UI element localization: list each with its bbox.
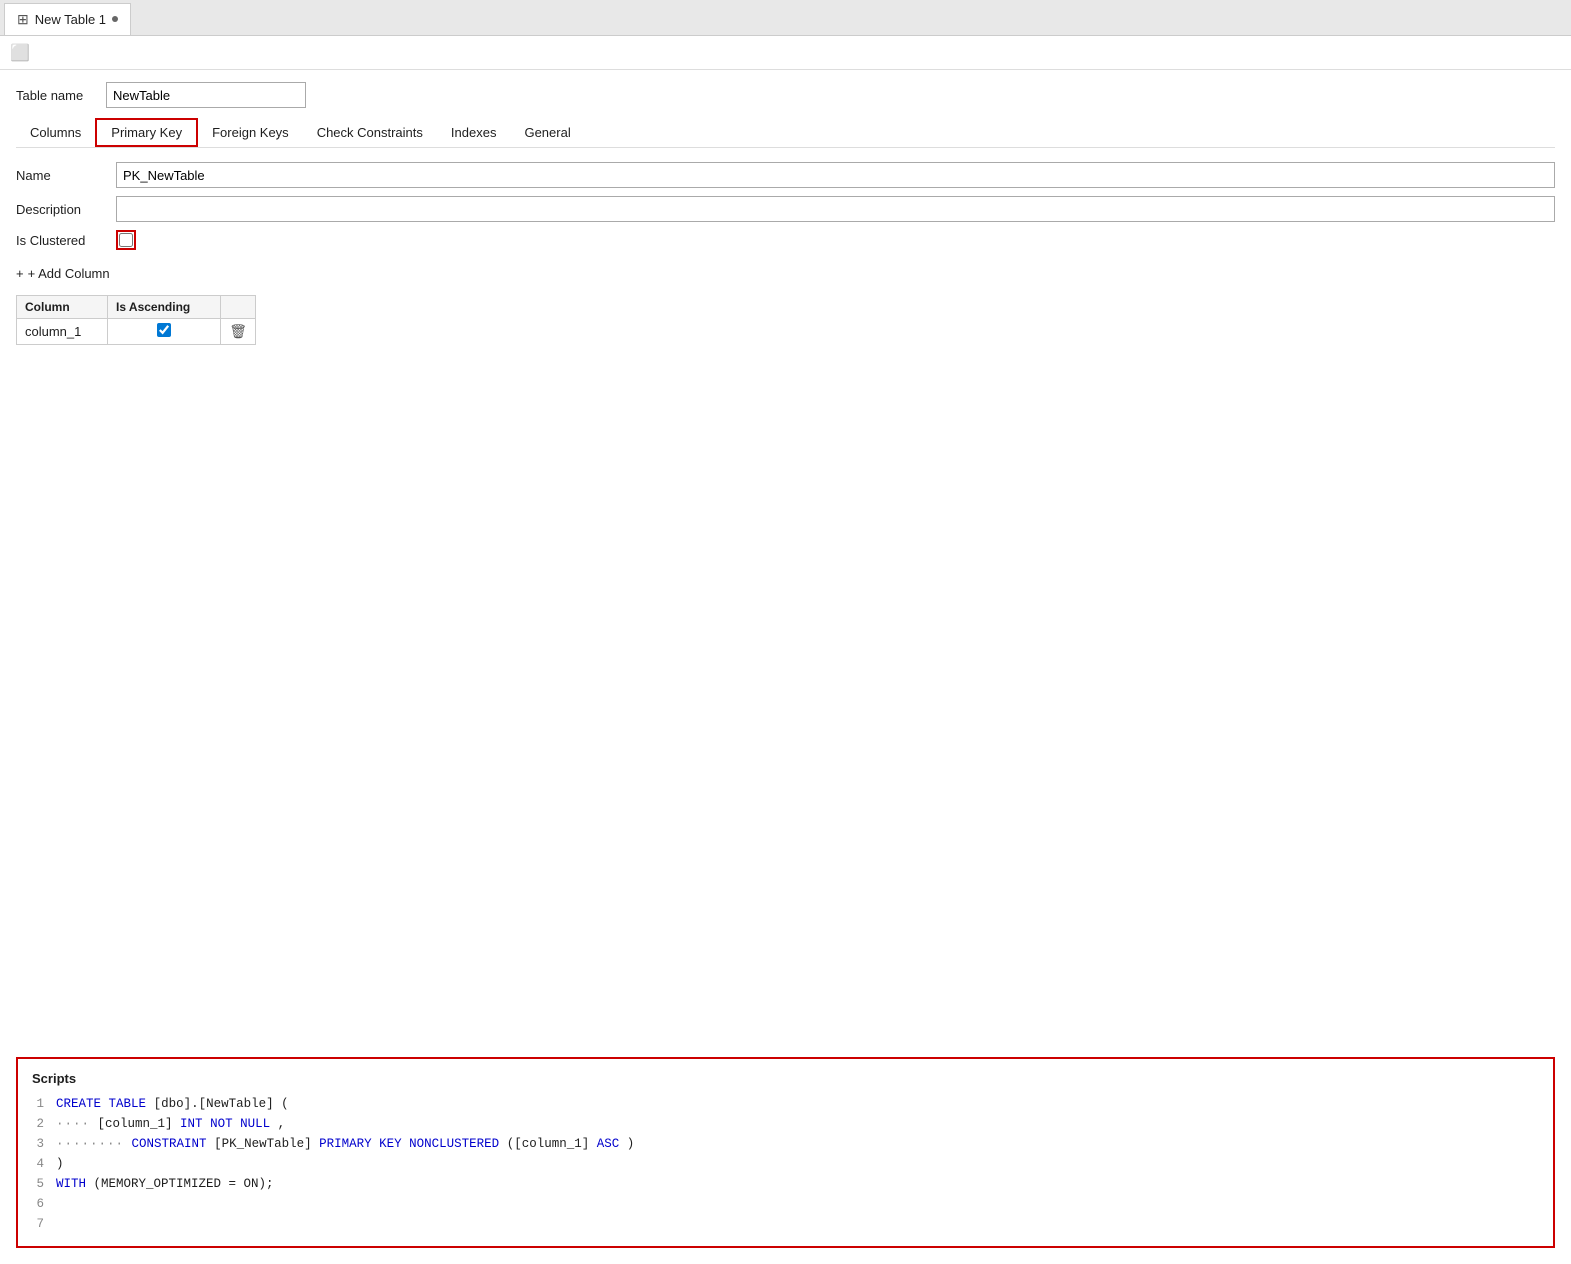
code-line-6: 6 bbox=[32, 1194, 1539, 1214]
scripts-title: Scripts bbox=[32, 1071, 1539, 1086]
code-content-5: WITH (MEMORY_OPTIMIZED = ON); bbox=[56, 1174, 274, 1194]
col-cell-delete[interactable]: 🗑 bbox=[221, 319, 256, 345]
pk-description-row: Description bbox=[16, 196, 1555, 222]
table-icon: ⊞ bbox=[17, 11, 29, 28]
code-line-5: 5 WITH (MEMORY_OPTIMIZED = ON); bbox=[32, 1174, 1539, 1194]
tab-primary-key[interactable]: Primary Key bbox=[95, 118, 198, 147]
code-line-7: 7 bbox=[32, 1214, 1539, 1234]
scripts-section: Scripts 1 CREATE TABLE [dbo].[NewTable] … bbox=[16, 1057, 1555, 1248]
line-num-2: 2 bbox=[32, 1114, 44, 1134]
pk-description-label: Description bbox=[16, 202, 116, 217]
col-cell-is-ascending bbox=[108, 319, 221, 345]
pk-is-clustered-row: Is Clustered bbox=[16, 230, 1555, 250]
add-column-label: + Add Column bbox=[28, 266, 110, 281]
is-ascending-checkbox[interactable] bbox=[157, 323, 171, 337]
code-content-7 bbox=[56, 1214, 64, 1234]
pk-description-input[interactable] bbox=[116, 196, 1555, 222]
code-content-6 bbox=[56, 1194, 64, 1214]
tab-label: New Table 1 bbox=[35, 12, 106, 27]
delete-row-icon[interactable]: 🗑 bbox=[229, 323, 247, 339]
pk-columns-table: Column Is Ascending column_1 🗑 bbox=[16, 295, 256, 345]
tab-unsaved-indicator bbox=[112, 16, 118, 22]
code-content-2: ···· [column_1] INT NOT NULL , bbox=[56, 1114, 285, 1134]
table-name-input[interactable] bbox=[106, 82, 306, 108]
pk-name-label: Name bbox=[16, 168, 116, 183]
code-line-2: 2 ···· [column_1] INT NOT NULL , bbox=[32, 1114, 1539, 1134]
tab-general[interactable]: General bbox=[510, 120, 584, 145]
main-content: Table name Columns Primary Key Foreign K… bbox=[0, 70, 1571, 699]
col-header-actions bbox=[221, 296, 256, 319]
tab-foreign-keys[interactable]: Foreign Keys bbox=[198, 120, 303, 145]
table-name-row: Table name bbox=[16, 82, 1555, 108]
line-num-4: 4 bbox=[32, 1154, 44, 1174]
pk-name-row: Name bbox=[16, 162, 1555, 188]
col-header-is-ascending: Is Ascending bbox=[108, 296, 221, 319]
line-num-3: 3 bbox=[32, 1134, 44, 1154]
line-num-7: 7 bbox=[32, 1214, 44, 1234]
tab-indexes[interactable]: Indexes bbox=[437, 120, 511, 145]
line-num-5: 5 bbox=[32, 1174, 44, 1194]
line-num-1: 1 bbox=[32, 1094, 44, 1114]
add-column-button[interactable]: + + Add Column bbox=[16, 262, 1555, 285]
new-table-tab[interactable]: ⊞ New Table 1 bbox=[4, 3, 131, 35]
pk-is-clustered-label: Is Clustered bbox=[16, 233, 116, 248]
content-spacer bbox=[0, 699, 1571, 1041]
code-line-1: 1 CREATE TABLE [dbo].[NewTable] ( bbox=[32, 1094, 1539, 1114]
code-content-4: ) bbox=[56, 1154, 64, 1174]
col-cell-column-name: column_1 bbox=[17, 319, 108, 345]
code-line-4: 4 ) bbox=[32, 1154, 1539, 1174]
tab-bar: ⊞ New Table 1 bbox=[0, 0, 1571, 36]
pk-is-clustered-highlight bbox=[116, 230, 136, 250]
pk-name-input[interactable] bbox=[116, 162, 1555, 188]
save-button[interactable]: ⬜ bbox=[8, 41, 32, 65]
code-content-3: ········ CONSTRAINT [PK_NewTable] PRIMAR… bbox=[56, 1134, 634, 1154]
tab-columns[interactable]: Columns bbox=[16, 120, 95, 145]
tab-check-constraints[interactable]: Check Constraints bbox=[303, 120, 437, 145]
code-line-3: 3 ········ CONSTRAINT [PK_NewTable] PRIM… bbox=[32, 1134, 1539, 1154]
toolbar: ⬜ bbox=[0, 36, 1571, 70]
primary-key-panel: Name Description Is Clustered + + Add Co… bbox=[16, 162, 1555, 345]
section-tabs: Columns Primary Key Foreign Keys Check C… bbox=[16, 118, 1555, 148]
table-row: column_1 🗑 bbox=[17, 319, 256, 345]
pk-is-clustered-checkbox[interactable] bbox=[119, 233, 133, 247]
col-header-column: Column bbox=[17, 296, 108, 319]
table-name-label: Table name bbox=[16, 88, 106, 103]
save-icon: ⬜ bbox=[10, 43, 30, 63]
code-content-1: CREATE TABLE [dbo].[NewTable] ( bbox=[56, 1094, 289, 1114]
line-num-6: 6 bbox=[32, 1194, 44, 1214]
add-column-plus-icon: + bbox=[16, 266, 24, 281]
